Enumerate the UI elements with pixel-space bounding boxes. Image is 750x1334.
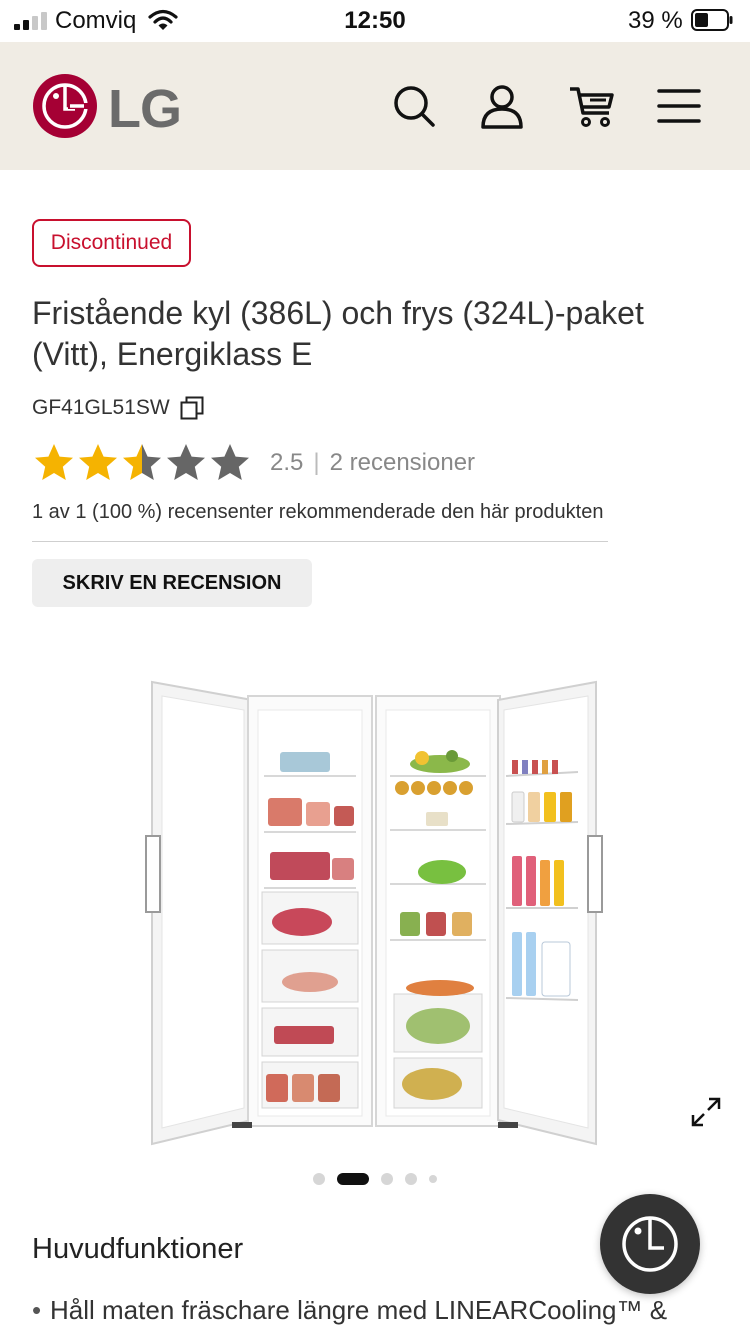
lg-logo-mark xyxy=(33,74,97,138)
discontinued-badge: Discontinued xyxy=(32,219,191,267)
divider xyxy=(32,541,608,542)
site-header: LG xyxy=(0,42,750,170)
menu-icon[interactable] xyxy=(655,82,703,130)
rating-separator: | xyxy=(313,449,320,476)
star-rating xyxy=(32,441,252,485)
lg-chat-icon xyxy=(622,1216,678,1272)
carousel-dot[interactable] xyxy=(429,1175,437,1183)
carousel-dot[interactable] xyxy=(313,1173,325,1185)
write-review-button[interactable]: SKRIV EN RECENSION xyxy=(32,559,312,607)
review-count-link[interactable]: 2 recensioner xyxy=(330,449,475,477)
star-icon xyxy=(123,444,161,480)
user-icon[interactable] xyxy=(478,82,526,130)
star-icon xyxy=(167,444,205,480)
features-heading: Huvudfunktioner xyxy=(32,1233,244,1265)
product-sku: GF41GL51SW xyxy=(32,396,170,419)
lg-logo[interactable]: LG xyxy=(32,72,182,140)
star-icon xyxy=(35,444,73,480)
copy-icon[interactable] xyxy=(180,396,204,420)
carousel-dot-active[interactable] xyxy=(337,1173,369,1185)
cart-icon[interactable] xyxy=(568,82,616,130)
status-bar: Comviq 12:50 39 % xyxy=(0,0,750,42)
battery-icon xyxy=(691,9,733,31)
bullet-icon: • xyxy=(32,1295,42,1325)
product-image[interactable] xyxy=(140,676,610,1146)
carousel-dots xyxy=(0,1172,750,1186)
brand-name: LG xyxy=(108,79,182,139)
carousel-dot[interactable] xyxy=(381,1173,393,1185)
feature-item: • Håll maten fräschare längre med LINEARC… xyxy=(32,1295,667,1326)
rating-value: 2.5 xyxy=(270,449,304,476)
rating-row: 2.5 | 2 recensioner xyxy=(32,440,475,486)
expand-icon[interactable] xyxy=(688,1094,724,1130)
feature-text: Håll maten fräschare längre med LINEARCo… xyxy=(50,1295,668,1325)
star-icon xyxy=(79,444,117,480)
sku-row: GF41GL51SW xyxy=(32,394,204,422)
battery-percentage: 39 % xyxy=(628,7,683,34)
recommend-text: 1 av 1 (100 %) recensenter rekommenderad… xyxy=(32,501,604,523)
carousel-dot[interactable] xyxy=(405,1173,417,1185)
star-icon xyxy=(211,444,249,480)
search-icon[interactable] xyxy=(390,82,438,130)
product-title: Fristående kyl (386L) och frys (324L)-pa… xyxy=(32,295,644,372)
lg-chat-button[interactable] xyxy=(600,1194,700,1294)
